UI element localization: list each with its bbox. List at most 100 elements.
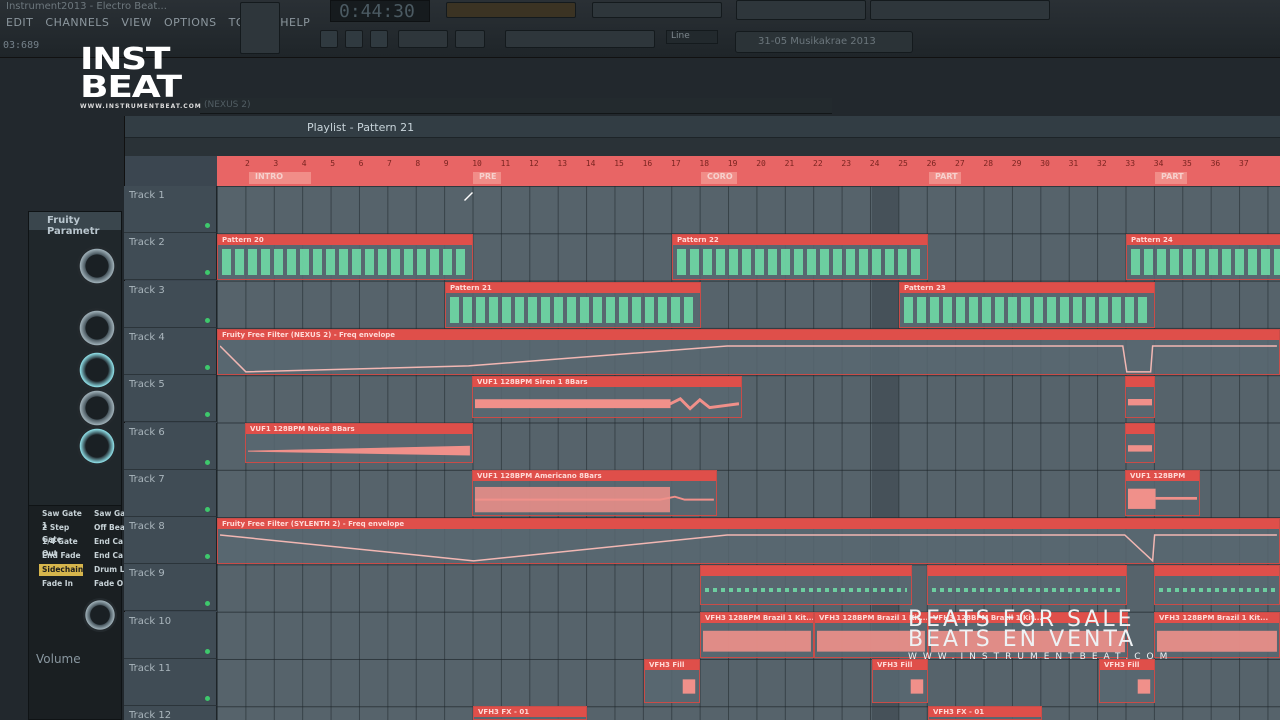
track-mute-led-icon[interactable] [205,223,210,228]
playlist-toolbar [125,138,1280,156]
menu-help[interactable]: HELP [280,16,310,32]
track-name: Track 12 [129,710,172,720]
track-mute-led-icon[interactable] [205,412,210,418]
cpu-monitor [592,2,722,18]
track-mute-led-icon[interactable] [205,317,210,323]
track-header[interactable]: Track 5 [124,375,217,423]
shortcut-buttons[interactable] [736,0,866,20]
track-mute-led-icon[interactable] [205,270,210,276]
track-name: Track 4 [129,331,165,343]
ruler-tick-label: 32 [1097,159,1107,168]
preset-item[interactable]: 2 Step Gate [39,522,83,544]
pattern-clip[interactable] [1154,565,1280,605]
snap-buttons[interactable] [505,30,655,48]
ruler-tick-label: 29 [1011,159,1022,168]
browser-search[interactable]: 31-05 Musikakrae 2013 [735,31,913,53]
pattern-clip[interactable] [927,565,1127,605]
tempo-display[interactable] [398,30,448,48]
track-mute-led-icon[interactable] [205,506,210,512]
track-header[interactable]: Track 2 [124,233,217,281]
menu-edit[interactable]: EDIT [6,16,33,32]
track-mute-led-icon[interactable] [205,554,210,560]
stop-button[interactable] [345,30,363,48]
timeline-ruler[interactable]: 2 3 4 5 6 7 8 9 10 11 12 13 14 15 16 17 18 19 20 21 22 23 24 25… [217,156,1280,186]
preset-item[interactable]: End Fade [39,550,83,562]
snap-select[interactable]: Line [666,30,718,44]
ruler-tick-label: 33 [1125,159,1136,168]
marker-part-1[interactable]: PART [929,172,961,184]
brush-cursor-icon [464,192,473,201]
marker-part-2[interactable]: PART [1155,172,1187,184]
marker-coro[interactable]: CORO [701,172,737,184]
audio-clip[interactable]: VFH3 FX - 01 [928,706,1042,720]
volume-label: Volume [36,652,81,666]
pattern-display[interactable] [455,30,485,48]
pattern-clip[interactable] [700,565,912,605]
audio-clip[interactable] [1125,376,1155,418]
track-mute-led-icon[interactable] [205,696,210,701]
fruity-parametric-window: Fruity Parametr [28,211,122,511]
ruler-tick-label: 12 [529,159,539,168]
pattern-clip[interactable]: Pattern 20 [217,234,473,280]
track-mute-led-icon[interactable] [205,364,210,370]
preset-item[interactable]: Fade In [39,578,83,590]
preset-item-selected[interactable]: Sidechain [39,564,83,576]
track-mute-led-icon[interactable] [205,601,210,607]
pattern-clip[interactable]: Pattern 23 [899,282,1155,328]
track-header[interactable]: Track 11 [124,659,217,706]
audio-clip[interactable]: VFH3 128BPM Brazil 1 Kit... [700,612,814,658]
band-knob-3[interactable] [77,350,117,390]
band-knob-5[interactable] [77,426,117,466]
track-header[interactable]: Track 4 [124,327,217,375]
track-mute-led-icon[interactable] [205,459,210,465]
master-volume-slider[interactable] [240,2,280,54]
nexus-window-title: (NEXUS 2) [200,98,832,114]
automation-clip[interactable]: Fruity Free Filter (NEXUS 2) - Freq enve… [217,329,1280,375]
ruler-tick-label: 8 [415,159,421,168]
band-knob-1[interactable] [77,246,117,286]
track-mute-led-icon[interactable] [205,648,210,654]
track-header[interactable]: Track 10 [124,611,217,659]
menu-channels[interactable]: CHANNELS [45,16,109,32]
audio-clip[interactable]: VFH3 Fill [872,659,928,703]
track-header[interactable]: Track 6 [124,422,217,470]
band-knob-2[interactable] [77,308,117,348]
marker-pre[interactable]: PRE [473,172,501,184]
preset-item[interactable]: 1/4 Gate Out [39,536,83,558]
track-header[interactable]: Track 12 [124,706,217,720]
audio-clip[interactable] [1125,423,1155,463]
audio-clip[interactable]: VUF1 128BPM Noise 8Bars [245,423,473,463]
gate-knob[interactable] [83,598,117,632]
track-header[interactable]: Track 3 [124,280,217,328]
record-button[interactable] [370,30,388,48]
marker-intro[interactable]: INTRO [249,172,311,184]
audio-clip[interactable]: VUF1 128BPM Siren 1 8Bars [472,376,742,418]
playlist-titlebar: Playlist - Pattern 21 [125,116,1280,138]
pattern-clip[interactable]: Pattern 24 [1126,234,1280,280]
preset-item[interactable]: Saw Gate 1 [39,508,83,530]
pattern-clip[interactable]: Pattern 22 [672,234,928,280]
track-name: Track 6 [129,426,165,438]
menu-options[interactable]: OPTIONS [164,16,217,32]
band-knob-4[interactable] [77,388,117,428]
audio-clip[interactable]: VUF1 128BPM [1125,470,1200,516]
watermark: BEATS FOR SALE BEATS EN VENTA WWW.INSTRU… [908,609,1173,663]
tool-buttons[interactable] [870,0,1050,20]
playlist-title[interactable]: Playlist - Pattern 21 [307,121,414,134]
track-header[interactable]: Track 1 [124,186,217,233]
audio-clip[interactable]: VFH3 Fill [1099,659,1155,703]
ruler-tick-label: 14 [585,159,596,168]
audio-clip[interactable]: VUF1 128BPM Americano 8Bars [472,470,717,516]
audio-clip[interactable]: VFH3 Fill [644,659,700,703]
pattern-clip[interactable]: Pattern 21 [445,282,701,328]
automation-clip[interactable]: Fruity Free Filter (SYLENTH 2) - Freq en… [217,518,1280,564]
track-header[interactable]: Track 7 [124,469,217,517]
track-header[interactable]: Track 9 [124,564,217,612]
ruler-tick-label: 26 [926,159,937,168]
pause-button[interactable] [320,30,338,48]
audio-clip[interactable]: VFH3 FX - 01 [473,706,587,720]
plugin-title[interactable]: Fruity Parametr [29,212,121,237]
track-header[interactable]: Track 8 [124,517,217,565]
ruler-tick-label: 13 [557,159,568,168]
menu-view[interactable]: VIEW [121,16,152,32]
